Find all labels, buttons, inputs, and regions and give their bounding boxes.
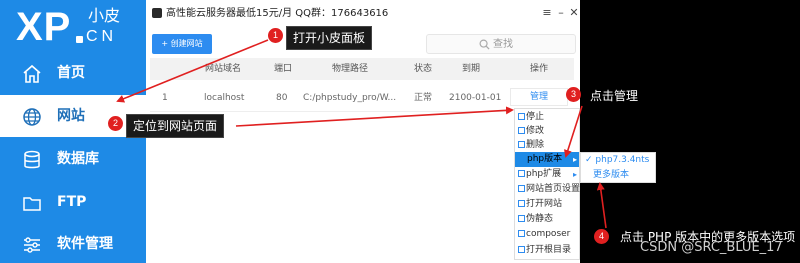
- row-status: 正常: [414, 93, 433, 103]
- sidebar-item-home[interactable]: 首页: [0, 52, 146, 94]
- sidebar-item-database[interactable]: 数据库: [0, 138, 146, 180]
- menu-item-rewrite[interactable]: 伪静态: [515, 212, 579, 227]
- step-badge-4: 4: [594, 229, 609, 244]
- globe-icon: [23, 108, 41, 126]
- row-divider: [150, 111, 510, 112]
- folder-icon: [518, 246, 525, 253]
- menu-item-php-version[interactable]: php版本 ▸: [515, 152, 579, 167]
- sidebar-item-ftp[interactable]: FTP: [0, 181, 146, 223]
- menu-item-label: 打开网站: [526, 199, 563, 209]
- minimize-button[interactable]: –: [554, 6, 568, 20]
- logo-top: 小皮: [88, 6, 121, 25]
- menu-item-php-extensions[interactable]: php扩展 ▸: [515, 167, 579, 182]
- chevron-right-icon: ▸: [572, 170, 577, 179]
- sidebar-item-label: 首页: [57, 65, 85, 81]
- menu-item-label: 打开根目录: [526, 245, 572, 255]
- submenu-item-more-versions[interactable]: 更多版本: [593, 169, 629, 182]
- search-input[interactable]: 查找: [426, 34, 576, 54]
- app-logo: XP 小皮 CN: [0, 0, 146, 56]
- home-icon: [23, 64, 41, 83]
- step-badge-1: 1: [268, 28, 283, 43]
- step-badge-3: 3: [566, 87, 581, 102]
- extension-icon: [518, 170, 525, 177]
- menu-item-open-root[interactable]: 打开根目录: [515, 243, 579, 258]
- menu-item-edit[interactable]: 修改: [515, 124, 579, 139]
- watermark: CSDN @SRC_BLUE_17: [640, 240, 783, 255]
- create-website-button[interactable]: + 创建网站: [152, 34, 212, 54]
- folder-icon: [23, 197, 41, 211]
- manage-button[interactable]: 管理: [510, 88, 568, 106]
- composer-icon: [518, 230, 525, 237]
- logo-main: XP: [16, 5, 72, 49]
- arrow-step-4: [596, 182, 607, 229]
- open-site-icon: [518, 200, 525, 207]
- menu-item-label: 删除: [526, 140, 545, 150]
- step-callout-2: 定位到网站页面: [126, 114, 225, 138]
- stop-icon: [518, 113, 525, 120]
- php-version-submenu: ✓ php7.3.4nts 更多版本: [580, 152, 656, 183]
- search-icon: [479, 39, 490, 50]
- chevron-right-icon: ▸: [572, 155, 577, 164]
- menu-item-label: php版本: [527, 154, 563, 164]
- step-badge-2: 2: [108, 116, 123, 131]
- sidebar-item-label: 网站: [57, 108, 85, 124]
- search-placeholder: 查找: [493, 39, 513, 50]
- sidebar-item-software[interactable]: 软件管理: [0, 223, 146, 263]
- menu-item-stop[interactable]: 停止: [515, 110, 579, 125]
- logo-bottom: CN: [86, 28, 118, 45]
- logo-dot: [76, 36, 83, 43]
- column-header: 端口: [274, 64, 293, 74]
- menu-item-label: 网站首页设置: [526, 184, 581, 194]
- submenu-item-label: php7.3.4nts: [595, 155, 650, 165]
- row-expiry: 2100-01-01: [449, 93, 502, 103]
- sidebar-item-label: 软件管理: [57, 236, 113, 252]
- step-text-3: 点击管理: [590, 89, 639, 103]
- menu-item-open-site[interactable]: 打开网站: [515, 197, 579, 212]
- menu-item-homepage-settings[interactable]: 网站首页设置: [515, 182, 581, 197]
- row-index: 1: [162, 93, 168, 103]
- delete-icon: [518, 141, 525, 148]
- menu-item-composer[interactable]: composer: [515, 227, 579, 242]
- row-port: 80: [276, 93, 288, 103]
- sidebar-item-website[interactable]: 网站: [0, 95, 146, 137]
- menu-item-label: composer: [526, 229, 571, 239]
- step-callout-1: 打开小皮面板: [286, 26, 373, 50]
- menu-icon[interactable]: ≡: [540, 6, 554, 20]
- menu-item-label: php扩展: [526, 169, 562, 179]
- close-button[interactable]: ✕: [567, 6, 581, 20]
- menu-item-label: 修改: [526, 126, 545, 136]
- window-title: 高性能云服务器最低15元/月 QQ群：176643616: [166, 8, 389, 19]
- menu-item-label: 停止: [526, 112, 545, 122]
- sidebar-item-label: FTP: [57, 194, 87, 210]
- screenshot-stage: XP 小皮 CN 首页 网站 数据库 FTP 软件管理 高性能云服务器最低15元…: [0, 0, 800, 263]
- table-header: 网站域名 端口 物理路径 状态 到期 操作: [150, 58, 574, 80]
- database-icon: [24, 150, 40, 169]
- rewrite-icon: [518, 215, 525, 222]
- column-header: 操作: [530, 64, 549, 74]
- column-header: 状态: [414, 64, 433, 74]
- home-settings-icon: [518, 185, 525, 192]
- menu-item-delete[interactable]: 删除: [515, 138, 579, 153]
- sidebar: XP 小皮 CN 首页 网站 数据库 FTP 软件管理: [0, 0, 146, 263]
- submenu-item-php734[interactable]: ✓ php7.3.4nts: [585, 154, 649, 167]
- check-icon: ✓: [585, 155, 596, 165]
- row-domain: localhost: [204, 93, 245, 103]
- app-icon: [152, 8, 162, 18]
- menu-item-label: 伪静态: [526, 214, 554, 224]
- sidebar-item-label: 数据库: [57, 151, 99, 167]
- sliders-icon: [24, 237, 40, 253]
- edit-icon: [518, 127, 525, 134]
- row-path: C:/phpstudy_pro/W...: [303, 93, 397, 103]
- column-header: 物理路径: [332, 64, 369, 74]
- column-header: 网站域名: [205, 64, 242, 74]
- manage-menu: 停止 修改 删除 php版本 ▸ php扩展 ▸ 网站首页设置 打开网站 伪静态 c…: [514, 108, 580, 260]
- title-bar: 高性能云服务器最低15元/月 QQ群：176643616 ≡ – ✕: [146, 0, 580, 28]
- column-header: 到期: [462, 64, 481, 74]
